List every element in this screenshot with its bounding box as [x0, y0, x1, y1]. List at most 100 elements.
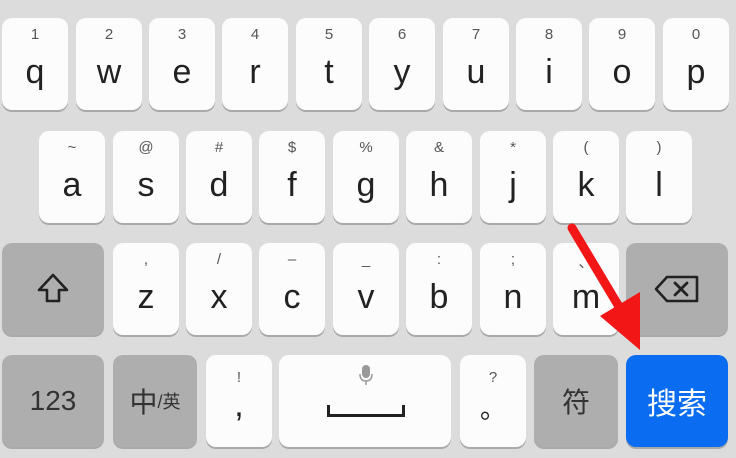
- key-hint: 、: [578, 254, 594, 271]
- key-letter: t: [324, 53, 334, 91]
- key-hint: $: [287, 139, 297, 156]
- key-p[interactable]: 0 p: [663, 18, 729, 110]
- key-hint: :: [436, 251, 442, 268]
- symbols-label: 符: [561, 387, 590, 418]
- backspace-key[interactable]: [626, 243, 728, 335]
- language-secondary: /英: [157, 392, 181, 412]
- key-letter: q: [25, 53, 45, 91]
- key-hint: *: [510, 139, 516, 156]
- key-hint: ;: [510, 251, 516, 268]
- key-hint: 6: [397, 26, 407, 43]
- backspace-icon: [654, 275, 699, 303]
- key-hint: @: [138, 139, 154, 156]
- key-g[interactable]: % g: [333, 131, 399, 223]
- key-r[interactable]: 4 r: [222, 18, 288, 110]
- key-hint: /: [216, 251, 222, 268]
- key-letter: n: [503, 278, 523, 316]
- key-y[interactable]: 6 y: [369, 18, 435, 110]
- keyboard: 1 q 2 w 3 e 4 r 5 t 6 y 7 u 8 i 9 o 0 p …: [0, 0, 736, 458]
- key-hint: !: [236, 369, 242, 386]
- numbers-key[interactable]: 123: [2, 355, 104, 447]
- keyboard-row-bottom: 123 中/英 ! , ? 。 符 搜索: [0, 355, 736, 447]
- key-hint: 2: [104, 26, 114, 43]
- key-hint: ,: [143, 251, 149, 268]
- key-hint: –: [287, 251, 297, 268]
- key-c[interactable]: – c: [259, 243, 325, 335]
- key-hint: 1: [30, 26, 40, 43]
- search-button[interactable]: 搜索: [626, 355, 728, 447]
- key-hint: ): [656, 139, 662, 156]
- keyboard-row-3: , z / x – c _ v : b ; n 、 m: [0, 243, 736, 335]
- key-letter: b: [429, 278, 449, 316]
- key-hint: 9: [617, 26, 627, 43]
- key-hint: (: [583, 139, 589, 156]
- key-hint: 7: [471, 26, 481, 43]
- key-hint: 8: [544, 26, 554, 43]
- keyboard-row-2: ~ a @ s # d $ f % g & h * j ( k) l: [0, 131, 736, 223]
- microphone-icon: [359, 365, 373, 385]
- symbols-key[interactable]: 符: [534, 355, 618, 447]
- key-hint: 3: [177, 26, 187, 43]
- key-symbol: 。: [479, 394, 506, 424]
- key-q[interactable]: 1 q: [2, 18, 68, 110]
- key-letter: g: [356, 166, 376, 204]
- search-label: 搜索: [647, 388, 707, 421]
- key-letter: r: [249, 53, 261, 91]
- language-label: 中/英: [113, 355, 197, 447]
- key-t[interactable]: 5 t: [296, 18, 362, 110]
- key-letter: p: [686, 53, 706, 91]
- key-z[interactable]: , z: [113, 243, 179, 335]
- key-letter: i: [545, 53, 553, 91]
- key-a[interactable]: ~ a: [39, 131, 105, 223]
- key-e[interactable]: 3 e: [149, 18, 215, 110]
- key-n[interactable]: ; n: [480, 243, 546, 335]
- keyboard-row-1: 1 q 2 w 3 e 4 r 5 t 6 y 7 u 8 i 9 o 0 p: [0, 18, 736, 110]
- punctuation-comma-key[interactable]: ! ,: [206, 355, 272, 447]
- key-letter: h: [429, 166, 449, 204]
- key-d[interactable]: # d: [186, 131, 252, 223]
- key-f[interactable]: $ f: [259, 131, 325, 223]
- shift-icon: [37, 273, 69, 303]
- key-x[interactable]: / x: [186, 243, 252, 335]
- key-letter: j: [509, 166, 517, 204]
- key-hint: 5: [324, 26, 334, 43]
- key-letter: m: [571, 278, 601, 316]
- key-b[interactable]: : b: [406, 243, 472, 335]
- key-w[interactable]: 2 w: [76, 18, 142, 110]
- key-letter: k: [577, 166, 595, 204]
- key-letter: c: [283, 278, 301, 316]
- key-letter: f: [287, 166, 297, 204]
- key-hint: &: [433, 139, 444, 156]
- key-u[interactable]: 7 u: [443, 18, 509, 110]
- key-j[interactable]: * j: [480, 131, 546, 223]
- key-hint: _: [361, 251, 371, 268]
- key-v[interactable]: _ v: [333, 243, 399, 335]
- key-letter: o: [612, 53, 632, 91]
- key-hint: 4: [250, 26, 260, 43]
- space-bar-icon: [327, 405, 405, 417]
- key-letter: a: [62, 166, 82, 204]
- key-m[interactable]: 、 m: [553, 243, 619, 335]
- punctuation-period-key[interactable]: ? 。: [460, 355, 526, 447]
- language-switch-key[interactable]: 中/英: [113, 355, 197, 447]
- space-key[interactable]: [279, 355, 451, 447]
- key-k[interactable]: ( k: [553, 131, 619, 223]
- key-letter: u: [466, 53, 486, 91]
- key-letter: l: [655, 166, 663, 204]
- key-l[interactable]: ) l: [626, 131, 692, 223]
- shift-key[interactable]: [2, 243, 104, 335]
- key-s[interactable]: @ s: [113, 131, 179, 223]
- key-hint: %: [359, 139, 373, 156]
- key-letter: v: [357, 278, 375, 316]
- key-hint: ~: [67, 139, 77, 156]
- numbers-label: 123: [29, 385, 77, 416]
- language-primary: 中: [129, 387, 158, 418]
- key-h[interactable]: & h: [406, 131, 472, 223]
- key-letter: w: [96, 53, 122, 91]
- key-i[interactable]: 8 i: [516, 18, 582, 110]
- key-letter: s: [137, 166, 155, 204]
- key-hint: #: [214, 139, 224, 156]
- key-letter: e: [172, 53, 192, 91]
- key-o[interactable]: 9 o: [589, 18, 655, 110]
- key-letter: x: [210, 278, 228, 316]
